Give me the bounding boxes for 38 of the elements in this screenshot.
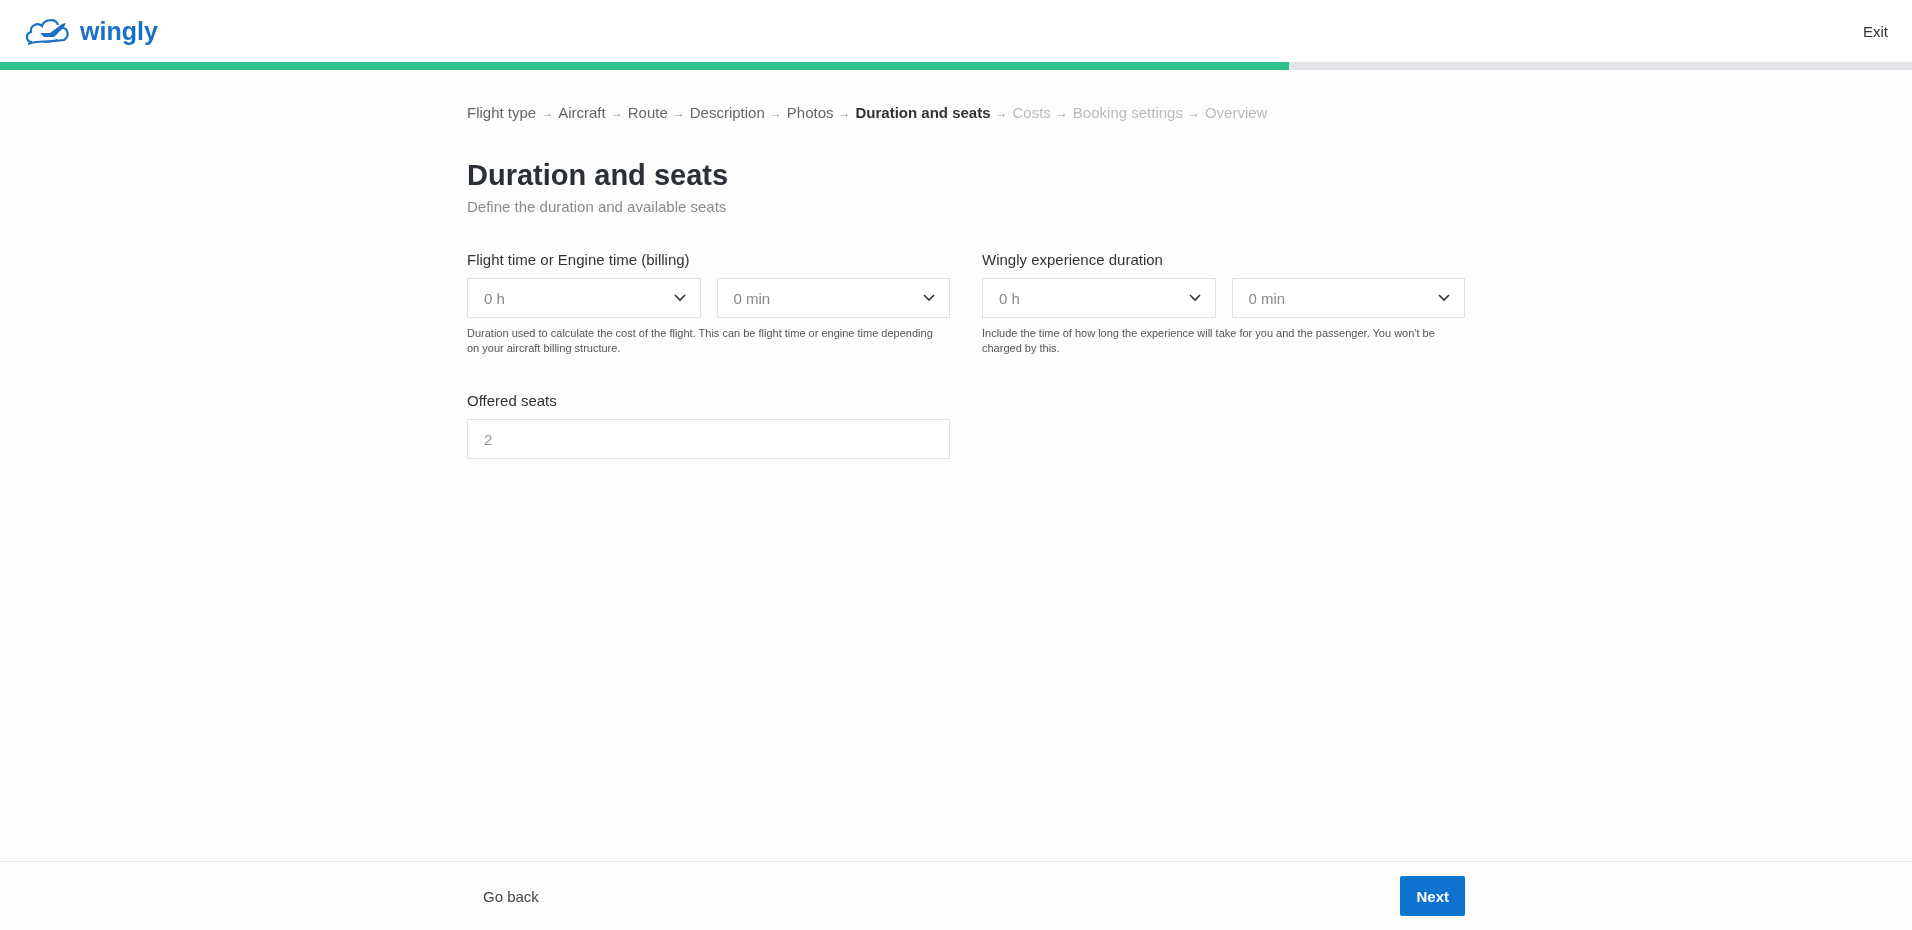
chevron-down-icon xyxy=(923,294,935,302)
breadcrumb-step: Costs xyxy=(1012,104,1051,121)
chevron-down-icon xyxy=(673,294,686,302)
exit-link[interactable]: Exit xyxy=(1863,22,1888,40)
arrow-separator: → xyxy=(1055,105,1068,120)
breadcrumb-step[interactable]: Route xyxy=(627,104,668,121)
seats-input-field[interactable]: 2 xyxy=(467,419,950,459)
arrow-separator: → xyxy=(995,105,1008,120)
arrow-separator: → xyxy=(838,105,851,120)
chevron-down-icon xyxy=(1438,294,1450,302)
breadcrumb-step[interactable]: Description xyxy=(689,104,765,121)
page-title: Duration and seats xyxy=(467,159,730,192)
chevron-down-icon xyxy=(1188,294,1201,302)
breadcrumb-step: Duration and seats xyxy=(855,104,991,121)
arrow-separator: → xyxy=(1187,105,1200,120)
page-subtitle: Define the duration and available seats xyxy=(467,198,728,215)
cloud-plane-logo-icon xyxy=(24,16,72,46)
field-label: Offered seats xyxy=(467,392,558,409)
next-button[interactable]: Next xyxy=(1400,876,1465,916)
breadcrumb-step: Booking settings xyxy=(1072,104,1183,121)
dropdown[interactable]: 0 h xyxy=(467,278,701,318)
breadcrumb-step[interactable]: Flight type xyxy=(467,104,537,121)
arrow-separator: → xyxy=(672,105,685,120)
logo-text[interactable]: wingly xyxy=(80,16,158,46)
arrow-separator: → xyxy=(769,105,782,120)
arrow-separator: → xyxy=(541,105,554,120)
help-text: Duration used to calculate the cost of the flight. This can be flight time or engine time depending on your aircraft billing structure. xyxy=(467,326,934,356)
field-label: Flight time or Engine time (billing) xyxy=(467,251,691,268)
breadcrumb-step[interactable]: Aircraft xyxy=(558,104,606,121)
field-label: Wingly experience duration xyxy=(982,251,1164,268)
go-back-button[interactable]: Go back xyxy=(467,879,555,913)
dropdown[interactable]: 0 min xyxy=(1231,278,1465,318)
help-text: Include the time of how long the experience will take for you and the passenger. You won't be charged by this. xyxy=(982,326,1436,356)
breadcrumb-step[interactable]: Photos xyxy=(786,104,834,121)
dropdown[interactable]: 0 min xyxy=(716,278,950,318)
dropdown[interactable]: 0 h xyxy=(982,278,1216,318)
arrow-separator: → xyxy=(610,105,623,120)
breadcrumb-step: Overview xyxy=(1204,104,1268,121)
